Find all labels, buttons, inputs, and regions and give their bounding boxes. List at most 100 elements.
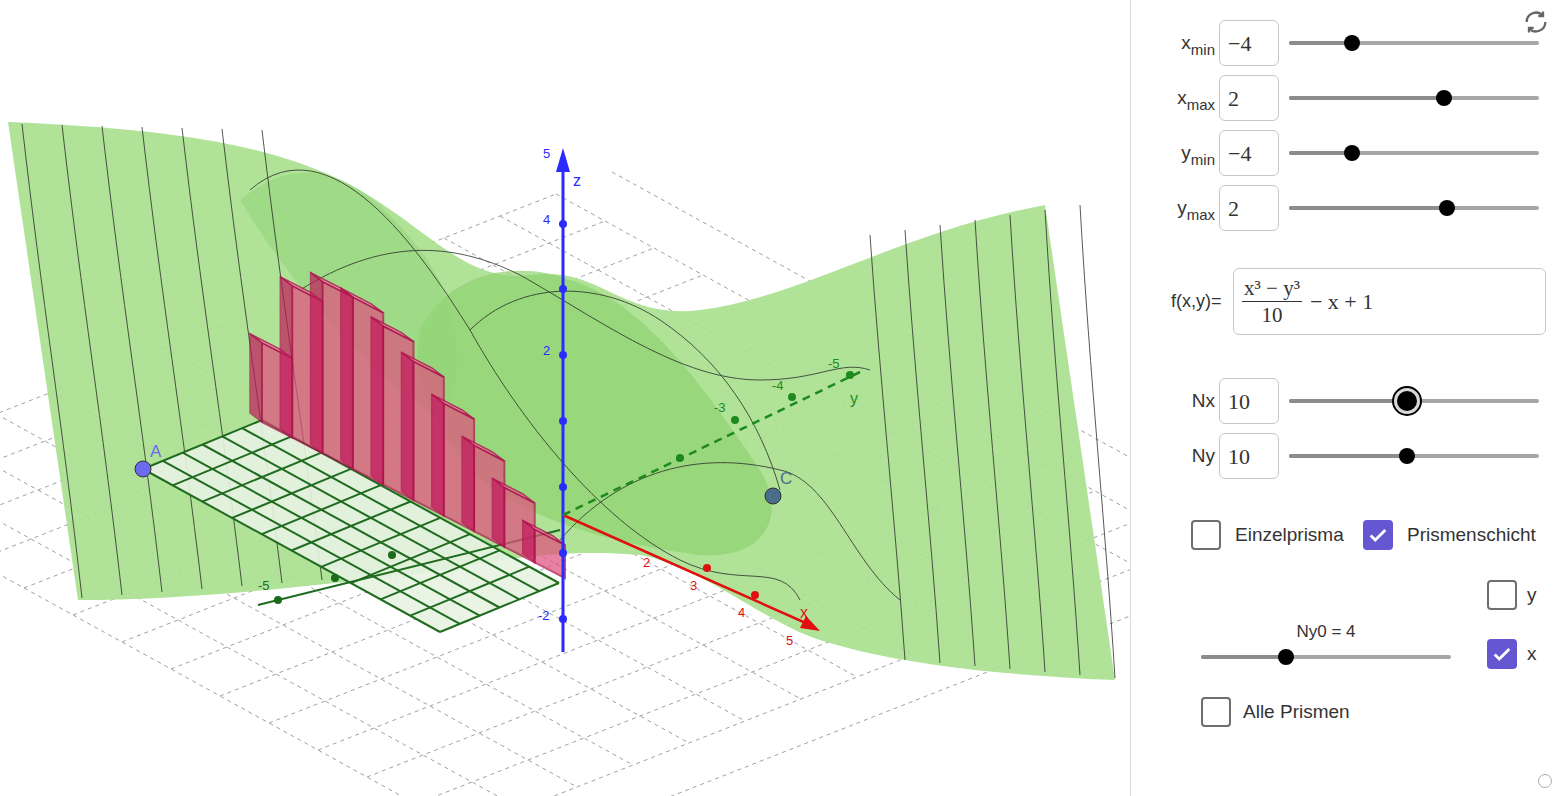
z-axis-label: z xyxy=(573,172,581,189)
prism[interactable] xyxy=(402,352,444,515)
slider[interactable] xyxy=(1289,198,1539,218)
label-sub: min xyxy=(1191,149,1215,172)
graphics-3d-view[interactable]: zxy542-22345-3-4-5-5AC xyxy=(0,0,1130,796)
plot-canvas[interactable]: zxy542-22345-3-4-5-5AC xyxy=(0,0,1130,796)
numerator: x³ − y³ xyxy=(1242,275,1302,302)
prism[interactable] xyxy=(371,317,413,500)
slider-knob[interactable] xyxy=(1394,388,1420,414)
slider[interactable] xyxy=(1289,33,1539,53)
slider-label: xmin xyxy=(1169,29,1217,58)
slider-fill xyxy=(1289,399,1407,403)
axis-choice[interactable]: y xyxy=(1131,580,1560,610)
layer-row: Ny0 = 4 x xyxy=(1131,622,1560,667)
prism-layer xyxy=(250,273,565,578)
label-main: y xyxy=(1177,194,1187,223)
label-main: x xyxy=(1177,84,1187,113)
options-row: Einzelprisma Prismenschicht xyxy=(1131,520,1560,550)
y-axis-label: y xyxy=(850,390,858,407)
prism[interactable] xyxy=(311,273,353,469)
fullscreen-icon[interactable] xyxy=(1538,774,1552,788)
slider[interactable] xyxy=(1289,391,1539,411)
slider-knob[interactable] xyxy=(1439,200,1455,216)
point[interactable] xyxy=(135,461,151,477)
point[interactable] xyxy=(765,488,781,504)
slider-knob[interactable] xyxy=(1344,145,1360,161)
axis-choice[interactable]: x xyxy=(1487,639,1537,669)
slider-label: ymax xyxy=(1169,194,1217,223)
slider-knob[interactable] xyxy=(1344,35,1360,51)
point-label: C xyxy=(780,469,792,488)
slider[interactable] xyxy=(1289,446,1539,466)
slider-fill xyxy=(1289,206,1447,210)
option[interactable]: Prismenschicht xyxy=(1363,520,1536,550)
value-field[interactable]: 2 xyxy=(1219,75,1279,121)
slider-fill xyxy=(1289,151,1352,155)
x-tick: 2 xyxy=(643,555,650,570)
value-field[interactable]: −4 xyxy=(1219,20,1279,66)
x-tick: 5 xyxy=(786,633,793,648)
x-tick: 4 xyxy=(738,605,745,620)
count-label: Ny xyxy=(1169,442,1217,471)
surface xyxy=(8,122,1115,680)
checkbox[interactable] xyxy=(1487,580,1517,610)
x-axis-label: x xyxy=(800,604,808,621)
checkbox[interactable] xyxy=(1201,697,1231,727)
prism[interactable] xyxy=(492,478,534,562)
slider-label: xmax xyxy=(1169,84,1217,113)
slider-knob[interactable] xyxy=(1436,90,1452,106)
value-field[interactable]: 10 xyxy=(1219,378,1279,424)
slider-row: ymax2 xyxy=(1131,185,1560,231)
control-panel: xmin−4xmax2ymin−4ymax2f(x,y)=x³ − y³10− … xyxy=(1130,0,1560,796)
slider-knob[interactable] xyxy=(1278,649,1294,665)
reset-icon[interactable] xyxy=(1522,8,1550,36)
value-field[interactable]: −4 xyxy=(1219,130,1279,176)
checkbox-label: Prismenschicht xyxy=(1407,521,1536,550)
y-tick: -4 xyxy=(772,378,784,393)
option[interactable]: Einzelprisma xyxy=(1191,520,1363,550)
function-row: f(x,y)= x³ − y³10 − x + 1 xyxy=(1131,268,1560,335)
prism[interactable] xyxy=(341,288,383,484)
layer-slider-group: Ny0 = 4 xyxy=(1201,622,1451,667)
checkbox-label: Einzelprisma xyxy=(1235,521,1344,550)
checkbox[interactable] xyxy=(1487,639,1517,669)
slider-fill xyxy=(1289,454,1407,458)
function-label: f(x,y)= xyxy=(1171,288,1233,315)
checkbox[interactable] xyxy=(1191,520,1221,550)
checkbox[interactable] xyxy=(1363,520,1393,550)
checkbox-label: Alle Prismen xyxy=(1243,698,1350,727)
slider[interactable] xyxy=(1289,88,1539,108)
slider[interactable] xyxy=(1201,647,1451,667)
all-prisms[interactable]: Alle Prismen xyxy=(1131,697,1560,727)
value-field[interactable]: 10 xyxy=(1219,433,1279,479)
label-sub: max xyxy=(1187,204,1215,227)
prism[interactable] xyxy=(432,394,474,531)
slider-fill xyxy=(1201,655,1286,659)
checkbox-label: x xyxy=(1527,640,1537,669)
z-tick: 2 xyxy=(543,343,550,358)
prism[interactable] xyxy=(462,436,504,546)
prism[interactable] xyxy=(523,520,565,578)
layer-label: Ny0 = 4 xyxy=(1296,622,1355,642)
slider-label: ymin xyxy=(1169,139,1217,168)
value-field[interactable]: 2 xyxy=(1219,185,1279,231)
y-axis xyxy=(563,372,860,515)
label-main: x xyxy=(1181,29,1191,58)
z-tick: -2 xyxy=(538,608,550,623)
function-rest: − x + 1 xyxy=(1310,285,1373,318)
floor-tick: -5 xyxy=(258,578,270,593)
slider[interactable] xyxy=(1289,143,1539,163)
count-label: Nx xyxy=(1169,387,1217,416)
label-sub: max xyxy=(1187,94,1215,117)
label-sub: min xyxy=(1191,39,1215,62)
function-input[interactable]: x³ − y³10 − x + 1 xyxy=(1233,268,1546,335)
y-tick: -3 xyxy=(714,400,726,415)
slider-row: xmax2 xyxy=(1131,75,1560,121)
y-tick: -5 xyxy=(828,356,840,371)
denominator: 10 xyxy=(1261,302,1282,328)
z-axis xyxy=(562,165,565,652)
checkbox-label: y xyxy=(1527,581,1537,610)
slider-knob[interactable] xyxy=(1399,448,1415,464)
x-axis xyxy=(563,515,808,624)
count-row: Ny10 xyxy=(1131,433,1560,479)
slider-fill xyxy=(1289,96,1444,100)
